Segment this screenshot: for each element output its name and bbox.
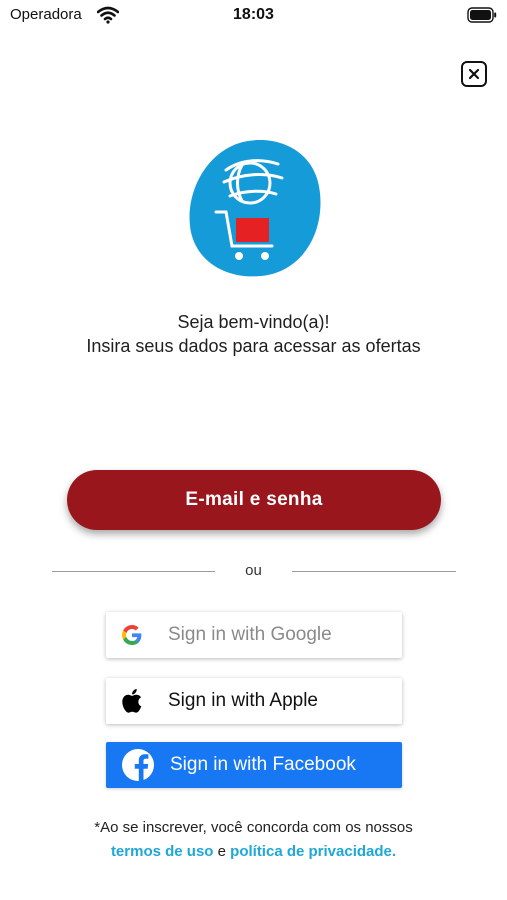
- status-bar: Operadora 18:03: [0, 0, 507, 32]
- facebook-sign-in-label: Sign in with Facebook: [170, 754, 356, 775]
- welcome-text: Seja bem-vindo(a)! Insira seus dados par…: [0, 310, 507, 358]
- apple-sign-in-button[interactable]: Sign in with Apple: [106, 678, 402, 724]
- google-icon: [120, 623, 144, 647]
- globe-shopping-cart-logo: [189, 140, 321, 277]
- close-button[interactable]: [461, 61, 487, 87]
- google-sign-in-label: Sign in with Google: [168, 624, 332, 645]
- divider-or-text: ou: [245, 562, 262, 579]
- facebook-icon: [122, 749, 154, 781]
- close-icon: [468, 68, 480, 80]
- divider-line-left: [52, 571, 215, 572]
- apple-icon: [120, 689, 144, 713]
- terms-connector: e: [217, 843, 226, 860]
- facebook-sign-in-button[interactable]: Sign in with Facebook: [106, 742, 402, 788]
- clock: 18:03: [233, 6, 274, 23]
- terms-notice: *Ao se inscrever, você concorda com os n…: [0, 816, 507, 864]
- terms-of-use-link[interactable]: termos de uso: [111, 843, 214, 860]
- privacy-policy-link[interactable]: política de privacidade.: [230, 843, 396, 860]
- terms-links-line: termos de uso e política de privacidade.: [0, 840, 507, 864]
- terms-notice-text: *Ao se inscrever, você concorda com os n…: [94, 819, 413, 836]
- login-screen: Operadora 18:03 Seja bem-vindo(a)! Insir…: [0, 0, 507, 900]
- email-password-button[interactable]: E-mail e senha: [67, 470, 441, 530]
- battery-icon: [467, 7, 497, 23]
- welcome-title: Seja bem-vindo(a)!: [177, 312, 330, 332]
- google-sign-in-button[interactable]: Sign in with Google: [106, 612, 402, 658]
- divider-line-right: [292, 571, 456, 572]
- welcome-subtitle: Insira seus dados para acessar as oferta…: [86, 336, 421, 356]
- apple-sign-in-label: Sign in with Apple: [168, 690, 318, 711]
